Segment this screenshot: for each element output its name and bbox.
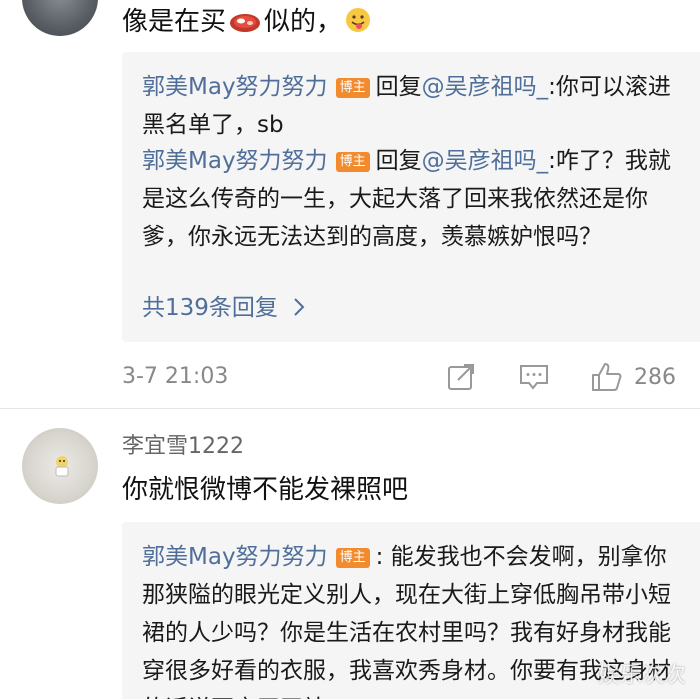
reply-author-link[interactable]: 郭美May努力努力	[142, 74, 328, 100]
avatar[interactable]	[22, 0, 98, 36]
tongue-face-emoji	[344, 6, 372, 46]
divider	[0, 408, 700, 409]
comment-text: 像是在买 似的，	[122, 2, 374, 46]
reply-author-link[interactable]: 郭美May努力努力	[142, 148, 328, 174]
share-icon	[446, 362, 476, 392]
blogger-badge: 博主	[335, 78, 370, 98]
comment-icon	[518, 362, 550, 392]
reply-box: 郭美May努力努力 博主 回复@吴彦祖吗_:你可以滚进黑名单了，sb 郭美May努力…	[122, 52, 700, 342]
like-count: 286	[634, 364, 676, 390]
steak-emoji	[228, 6, 262, 46]
comment-button[interactable]	[518, 360, 550, 394]
chevron-right-icon	[293, 292, 305, 328]
comment-text: 你就恨微博不能发裸照吧	[122, 475, 409, 505]
share-button[interactable]	[446, 360, 476, 394]
comment-time: 3-7 21:03	[122, 364, 229, 389]
reply-item: 郭美May努力努力 博主 回复@吴彦祖吗_:你可以滚进黑名单了，sb	[142, 74, 671, 138]
comment-username[interactable]: 李宜雪1222	[122, 432, 244, 462]
reply-author-link[interactable]: 郭美May努力努力	[142, 544, 328, 570]
avatar[interactable]	[22, 428, 98, 504]
like-button[interactable]: 286	[590, 360, 676, 394]
mention-link[interactable]: @吴彦祖吗_	[422, 148, 549, 174]
like-icon	[590, 361, 624, 393]
mention-link[interactable]: @吴彦祖吗_	[422, 74, 549, 100]
more-replies-link[interactable]: 共139条回复	[142, 290, 305, 328]
blogger-badge: 博主	[335, 548, 370, 568]
blogger-badge: 博主	[335, 152, 370, 172]
avatar-figure	[52, 454, 72, 478]
reply-item: 郭美May努力努力 博主 回复@吴彦祖吗_:咋了？我就是这么传奇的一生，大起大落了回…	[142, 148, 671, 250]
watermark: 娱乐次次	[597, 663, 686, 688]
